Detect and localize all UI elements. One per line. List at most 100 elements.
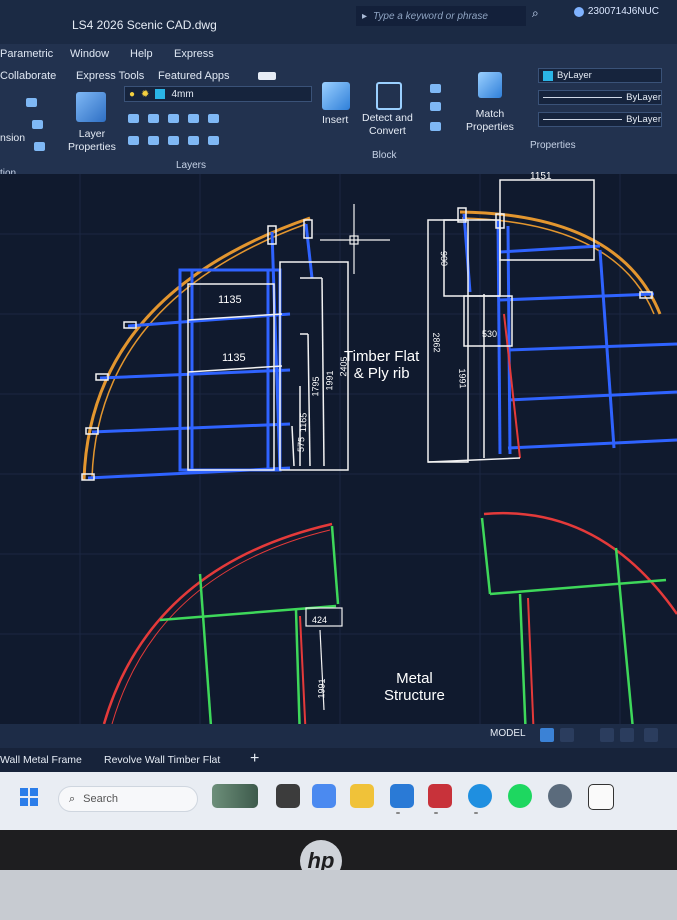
match-properties-button[interactable]: Match Properties bbox=[466, 108, 514, 134]
insert-icon[interactable] bbox=[322, 82, 350, 110]
green-frame-right bbox=[480, 517, 667, 740]
browser-icon[interactable] bbox=[468, 784, 492, 808]
search-icon[interactable]: ⌕ bbox=[532, 6, 539, 21]
layers-panel-label[interactable]: Layers bbox=[176, 160, 206, 171]
grid-icon[interactable] bbox=[540, 728, 554, 742]
user-icon bbox=[573, 6, 584, 17]
linetype-dropdown[interactable]: ByLayer bbox=[538, 90, 662, 105]
running-indicator bbox=[396, 812, 400, 814]
color-dropdown[interactable]: ByLayer bbox=[538, 68, 662, 83]
layer-tool-icon[interactable] bbox=[128, 114, 139, 123]
lineweight-dropdown[interactable]: ByLayer bbox=[538, 112, 662, 127]
leader-icon[interactable] bbox=[32, 120, 43, 129]
label-metal-structure: Metal Structure bbox=[384, 670, 445, 704]
menu-bar: Parametric Window Help Express bbox=[0, 44, 677, 66]
layer-current: 4mm bbox=[171, 88, 194, 100]
menu-express[interactable]: Express bbox=[174, 48, 214, 60]
dimension-button[interactable]: nsion bbox=[0, 132, 25, 145]
title-bar: LS4 2026 Scenic CAD.dwg ▸ Type a keyword… bbox=[0, 0, 677, 44]
table-icon[interactable] bbox=[34, 142, 45, 151]
block-tool-icon[interactable] bbox=[430, 122, 441, 131]
layer-tool-icon[interactable] bbox=[148, 114, 159, 123]
lineweight-value: ByLayer bbox=[626, 114, 661, 125]
search-icon: ⌕ bbox=[69, 792, 76, 805]
model-space-button[interactable]: MODEL bbox=[490, 728, 526, 739]
status-bar: MODEL bbox=[0, 724, 677, 748]
drawing-svg bbox=[0, 174, 677, 740]
block-tool-icon[interactable] bbox=[430, 84, 441, 93]
ribbon: Parametric Window Help Express Collabora… bbox=[0, 44, 677, 179]
tab-collaborate[interactable]: Collaborate bbox=[0, 70, 56, 82]
layer-tool-icon[interactable] bbox=[128, 136, 139, 145]
grid-lines bbox=[0, 174, 677, 740]
menu-parametric[interactable]: Parametric bbox=[0, 48, 53, 60]
match-properties-icon[interactable] bbox=[478, 72, 502, 98]
menu-window[interactable]: Window bbox=[70, 48, 109, 60]
dim-530: 530 bbox=[482, 329, 498, 339]
orange-arc-right-inner bbox=[461, 217, 655, 315]
block-tool-icon[interactable] bbox=[430, 102, 441, 111]
edge-icon[interactable] bbox=[390, 784, 414, 808]
red-line-right-bottom bbox=[527, 597, 535, 740]
tab-featured-apps[interactable]: Featured Apps bbox=[158, 70, 230, 82]
snap-icon[interactable] bbox=[560, 728, 574, 742]
drawing-canvas[interactable]: 1135 1135 575 1165 1795 1991 2405 1151 9… bbox=[0, 171, 677, 740]
teams-icon[interactable] bbox=[312, 784, 336, 808]
sun-icon: ✹ bbox=[141, 88, 150, 100]
layer-color-swatch bbox=[155, 89, 166, 99]
detect-convert-button[interactable]: Detect and Convert bbox=[362, 112, 413, 138]
cad-screen: LS4 2026 Scenic CAD.dwg ▸ Type a keyword… bbox=[0, 0, 677, 830]
windows-start-icon[interactable] bbox=[20, 788, 38, 806]
dim-1135-mid: 1135 bbox=[222, 352, 246, 364]
running-indicator bbox=[434, 812, 438, 814]
insert-button[interactable]: Insert bbox=[322, 114, 348, 127]
layer-tool-icon[interactable] bbox=[188, 114, 199, 123]
label-timber-flat: Timber Flat & Ply rib bbox=[344, 348, 420, 382]
user-account[interactable]: 2300714J6NUC bbox=[573, 6, 659, 17]
taskbar-search[interactable]: ⌕ Search bbox=[58, 786, 198, 812]
layer-properties-icon[interactable] bbox=[76, 92, 106, 122]
properties-panel-label[interactable]: Properties bbox=[530, 140, 576, 151]
detect-convert-icon[interactable] bbox=[376, 82, 402, 110]
lightbulb-icon: ● bbox=[129, 88, 136, 100]
dim-2862: 2862 bbox=[431, 332, 442, 353]
linetype-value: ByLayer bbox=[626, 92, 661, 103]
running-indicator bbox=[474, 812, 478, 814]
polar-icon[interactable] bbox=[620, 728, 634, 742]
layer-tool-icon[interactable] bbox=[208, 136, 219, 145]
search-placeholder: Type a keyword or phrase bbox=[373, 10, 488, 22]
dim-900: 900 bbox=[438, 250, 450, 267]
layer-dropdown[interactable]: ● ✹ 4mm bbox=[124, 86, 312, 102]
tab-toggle-icon[interactable] bbox=[258, 72, 276, 80]
layer-properties-button[interactable]: Layer Properties bbox=[68, 128, 116, 154]
tab-revolve-wall-timber-flat[interactable]: Revolve Wall Timber Flat bbox=[104, 754, 220, 766]
widgets-icon[interactable] bbox=[212, 784, 258, 808]
laptop-chassis bbox=[0, 870, 677, 920]
layer-tool-icon[interactable] bbox=[188, 136, 199, 145]
dim-424: 424 bbox=[312, 615, 328, 625]
block-panel-label[interactable]: Block bbox=[372, 150, 396, 161]
layer-tool-icon[interactable] bbox=[148, 136, 159, 145]
osnap-icon[interactable] bbox=[644, 728, 658, 742]
red-arc-right bbox=[483, 511, 677, 615]
menu-help[interactable]: Help bbox=[130, 48, 153, 60]
layer-tool-icon[interactable] bbox=[208, 114, 219, 123]
layer-tool-icon[interactable] bbox=[168, 136, 179, 145]
settings-gear-icon[interactable] bbox=[548, 784, 572, 808]
linear-dim-icon[interactable] bbox=[26, 98, 37, 107]
search-input[interactable]: ▸ Type a keyword or phrase bbox=[356, 6, 526, 26]
spotify-icon[interactable] bbox=[508, 784, 532, 808]
file-explorer-icon[interactable] bbox=[350, 784, 374, 808]
layout-tabs: Wall Metal Frame Revolve Wall Timber Fla… bbox=[0, 748, 677, 772]
add-layout-button[interactable]: + bbox=[250, 750, 259, 768]
tab-express-tools[interactable]: Express Tools bbox=[76, 70, 144, 82]
linetype-preview bbox=[543, 97, 623, 98]
task-view-icon[interactable] bbox=[276, 784, 300, 808]
notion-icon[interactable] bbox=[588, 784, 614, 810]
arrow-right-icon: ▸ bbox=[362, 10, 368, 22]
dim-575: 575 bbox=[295, 436, 307, 453]
autocad-icon[interactable] bbox=[428, 784, 452, 808]
layer-tool-icon[interactable] bbox=[168, 114, 179, 123]
ortho-icon[interactable] bbox=[600, 728, 614, 742]
tab-wall-metal-frame[interactable]: Wall Metal Frame bbox=[0, 754, 82, 766]
